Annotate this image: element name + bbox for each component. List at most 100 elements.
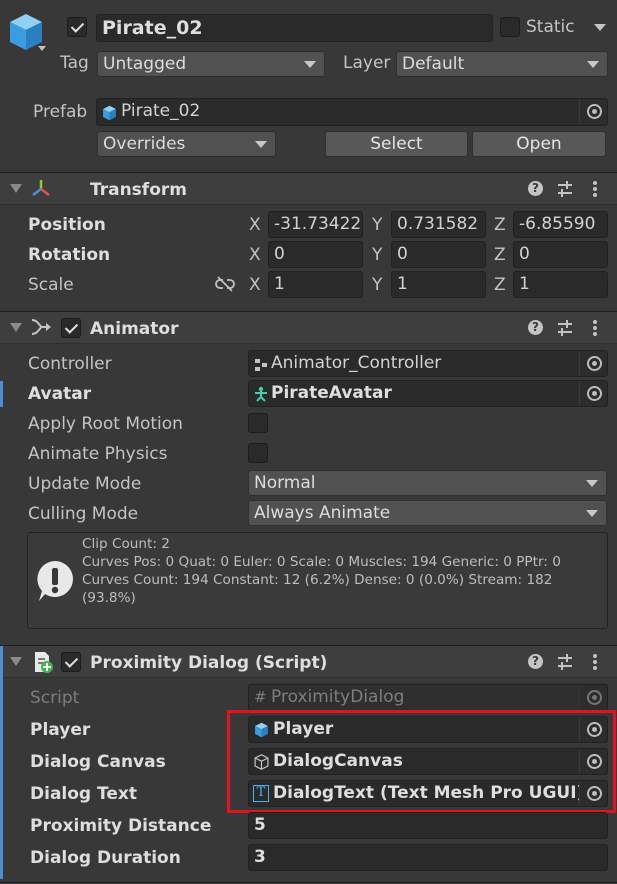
tag-value: Untagged <box>103 54 187 74</box>
script-field: # ProximityDialog <box>248 684 608 711</box>
foldout-arrow-icon[interactable] <box>10 323 22 332</box>
tag-label: Tag <box>60 53 89 73</box>
presets-icon[interactable] <box>556 180 574 198</box>
static-label: Static <box>526 17 575 37</box>
dialog-duration-field[interactable]: 3 <box>248 844 608 871</box>
scale-x-label[interactable]: X <box>249 275 261 295</box>
scale-label: Scale <box>28 275 74 295</box>
overrides-label: Overrides <box>103 134 186 154</box>
transform-axes-icon <box>32 180 50 196</box>
select-button[interactable]: Select <box>325 131 468 157</box>
script-hash-icon: # <box>254 688 267 706</box>
scale-z-label[interactable]: Z <box>494 275 506 295</box>
rot-x-label[interactable]: X <box>249 245 261 265</box>
override-indicator-bar <box>0 646 3 879</box>
pos-z-label[interactable]: Z <box>494 215 506 235</box>
context-menu-icon[interactable] <box>593 181 597 197</box>
info-line-2: Curves Pos: 0 Quat: 0 Euler: 0 Scale: 0 … <box>82 554 561 570</box>
proximity-dialog-title: Proximity Dialog (Script) <box>90 653 328 673</box>
proximity-distance-field[interactable]: 5 <box>248 812 608 839</box>
update-mode-label: Update Mode <box>28 474 142 494</box>
prefab-value: Pirate_02 <box>121 101 201 121</box>
prefab-field[interactable]: Pirate_02 <box>96 98 608 126</box>
dialog-text-label: Dialog Text <box>30 784 137 804</box>
object-picker-icon[interactable] <box>579 381 607 406</box>
rot-z-label[interactable]: Z <box>494 245 506 265</box>
animate-physics-label: Animate Physics <box>28 444 168 464</box>
update-mode-dropdown[interactable]: Normal <box>248 470 607 496</box>
scale-x-field[interactable]: 1 <box>268 271 363 298</box>
active-checkbox[interactable] <box>67 17 87 37</box>
foldout-arrow-icon[interactable] <box>10 657 22 666</box>
pos-y-label[interactable]: Y <box>372 215 382 235</box>
update-mode-value: Normal <box>254 473 316 493</box>
help-icon[interactable]: ? <box>528 654 543 669</box>
culling-mode-dropdown[interactable]: Always Animate <box>248 500 607 526</box>
context-menu-icon[interactable] <box>593 320 597 336</box>
avatar-value: PirateAvatar <box>271 383 392 403</box>
layer-dropdown[interactable]: Default <box>396 51 608 77</box>
chevron-down-icon <box>586 480 598 487</box>
layer-value: Default <box>402 54 465 74</box>
chevron-down-icon <box>587 61 599 68</box>
chevron-down-icon <box>304 61 316 68</box>
tag-dropdown[interactable]: Untagged <box>97 51 325 77</box>
apply-root-motion-label: Apply Root Motion <box>28 414 183 434</box>
highlight-box <box>227 710 616 813</box>
animator-enabled-checkbox[interactable] <box>61 318 81 338</box>
prefab-label: Prefab <box>33 102 88 122</box>
controller-value: Animator_Controller <box>271 353 442 373</box>
culling-mode-value: Always Animate <box>254 503 391 523</box>
open-button[interactable]: Open <box>472 131 606 157</box>
proximity-distance-label: Proximity Distance <box>30 816 212 836</box>
icon-dropdown-arrow[interactable] <box>38 46 46 51</box>
overrides-dropdown[interactable]: Overrides <box>97 131 276 157</box>
animate-physics-checkbox[interactable] <box>248 443 268 463</box>
context-menu-icon[interactable] <box>593 654 597 670</box>
scale-y-field[interactable]: 1 <box>391 271 486 298</box>
rot-z-field[interactable]: 0 <box>513 241 608 268</box>
avatar-label: Avatar <box>28 384 92 404</box>
object-name-field[interactable]: Pirate_02 <box>96 14 493 42</box>
scale-y-label[interactable]: Y <box>372 275 382 295</box>
presets-icon[interactable] <box>556 319 574 337</box>
animator-icon <box>31 319 51 335</box>
prefab-cube-icon <box>103 105 116 121</box>
info-line-1: Clip Count: 2 <box>82 536 170 552</box>
info-warning-icon <box>37 561 73 601</box>
static-checkbox[interactable] <box>500 17 520 37</box>
pos-y-field[interactable]: 0.731582 <box>391 211 486 238</box>
script-enabled-checkbox[interactable] <box>61 652 81 672</box>
avatar-figure-icon <box>255 386 267 402</box>
help-icon[interactable]: ? <box>528 181 543 196</box>
position-label: Position <box>28 215 106 235</box>
animator-controller-icon <box>255 359 267 371</box>
presets-icon[interactable] <box>556 653 574 671</box>
pos-z-field[interactable]: -6.85590 <box>513 211 608 238</box>
rot-y-field[interactable]: 0 <box>391 241 486 268</box>
animator-title: Animator <box>90 319 179 339</box>
controller-label: Controller <box>28 354 112 374</box>
script-value: ProximityDialog <box>271 687 405 707</box>
dialog-canvas-label: Dialog Canvas <box>30 752 166 772</box>
static-dropdown-arrow[interactable] <box>594 24 606 31</box>
object-picker-icon[interactable] <box>579 351 607 376</box>
unlinked-scale-icon[interactable] <box>215 276 235 292</box>
object-picker-icon[interactable] <box>579 99 607 124</box>
script-label: Script <box>30 688 80 708</box>
controller-field[interactable]: Animator_Controller <box>248 350 608 377</box>
pos-x-field[interactable]: -31.73422 <box>268 211 363 238</box>
foldout-arrow-icon[interactable] <box>10 184 22 193</box>
scale-z-field[interactable]: 1 <box>513 271 608 298</box>
bottom-divider <box>0 882 617 883</box>
layer-label: Layer <box>343 53 391 73</box>
pos-x-label[interactable]: X <box>249 215 261 235</box>
help-icon[interactable]: ? <box>528 320 543 335</box>
rot-y-label[interactable]: Y <box>372 245 382 265</box>
avatar-field[interactable]: PirateAvatar <box>248 380 608 407</box>
culling-mode-label: Culling Mode <box>28 504 139 524</box>
rot-x-field[interactable]: 0 <box>268 241 363 268</box>
apply-root-motion-checkbox[interactable] <box>248 413 268 433</box>
info-line-3: Curves Count: 194 Constant: 12 (6.2%) De… <box>82 572 553 588</box>
player-label: Player <box>30 720 91 740</box>
